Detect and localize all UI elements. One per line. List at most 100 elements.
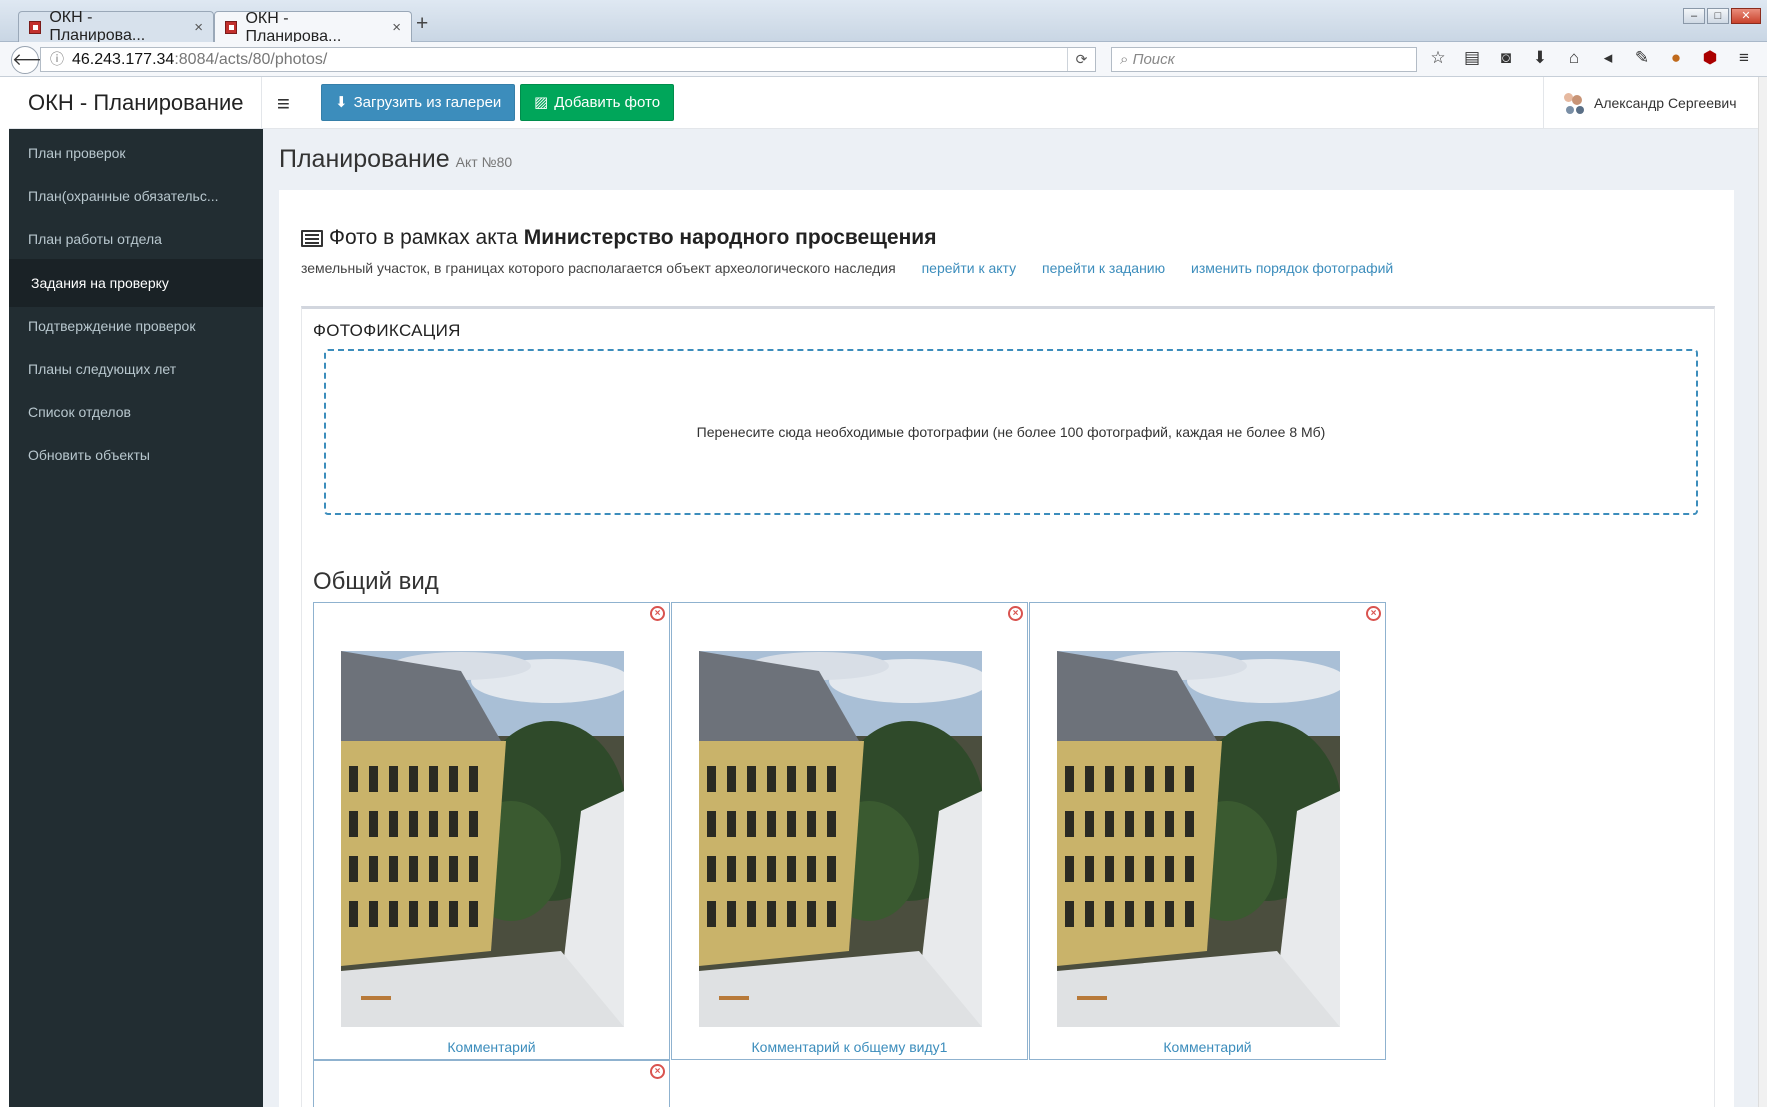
window xyxy=(1145,766,1154,792)
sidebar-item-update-objects[interactable]: Обновить объекты xyxy=(9,431,263,479)
photos-heading-prefix: Фото в рамках акта xyxy=(329,226,518,249)
window xyxy=(1165,901,1174,927)
window xyxy=(349,856,358,882)
window xyxy=(389,856,398,882)
window xyxy=(369,766,378,792)
sidebar-item-departments[interactable]: Список отделов xyxy=(9,388,263,436)
photo-comment[interactable]: Комментарий xyxy=(314,1039,669,1055)
url-host: 46.243.177.34 xyxy=(72,51,175,68)
window xyxy=(1125,766,1134,792)
upload-from-gallery-button[interactable]: ⬇ Загрузить из галереи xyxy=(321,84,516,121)
user-menu[interactable]: Александр Сергеевич xyxy=(1543,77,1767,129)
go-to-act-link[interactable]: перейти к акту xyxy=(922,260,1017,276)
window xyxy=(807,856,816,882)
window xyxy=(449,766,458,792)
photo-card[interactable]: × Комментарий xyxy=(313,602,670,1060)
window xyxy=(827,766,836,792)
window-close-icon[interactable]: ✕ xyxy=(1731,8,1761,24)
photo-card[interactable]: × Комментарий xyxy=(1029,602,1386,1060)
sidebar-item-future-plans[interactable]: Планы следующих лет xyxy=(9,345,263,393)
window xyxy=(449,856,458,882)
minimize-icon[interactable]: – xyxy=(1683,8,1705,24)
window xyxy=(349,766,358,792)
window xyxy=(727,856,736,882)
search-input[interactable]: ⌕ Поиск xyxy=(1111,47,1417,72)
home-icon[interactable]: ⌂ xyxy=(1564,48,1584,68)
photo-dropzone[interactable]: Перенесите сюда необходимые фотографии (… xyxy=(324,349,1698,515)
window xyxy=(727,811,736,837)
sidebar-toggle-icon[interactable]: ≡ xyxy=(277,91,290,117)
site-info-icon[interactable]: ⓘ xyxy=(50,51,64,67)
window xyxy=(1165,766,1174,792)
back-arrow-icon[interactable]: 🡐 xyxy=(11,46,58,74)
reorder-photos-link[interactable]: изменить порядок фотографий xyxy=(1191,260,1393,276)
window xyxy=(1185,901,1194,927)
menu-icon[interactable]: ≡ xyxy=(1734,48,1754,68)
maximize-icon[interactable]: □ xyxy=(1707,8,1729,24)
window xyxy=(1065,856,1074,882)
add-photo-button[interactable]: ▨ Добавить фото xyxy=(520,84,675,121)
photo-card[interactable]: × Комментарий к общему виду1 xyxy=(671,602,1028,1060)
window xyxy=(349,811,358,837)
url-bar[interactable]: ⓘ 46.243.177.34:8084/acts/80/photos/ ⟳ xyxy=(40,47,1096,72)
window xyxy=(409,766,418,792)
rust-stain xyxy=(361,996,391,1000)
remove-photo-icon[interactable]: × xyxy=(650,1064,665,1079)
window xyxy=(747,811,756,837)
app: ОКН - Планирование ≡ ⬇ Загрузить из гале… xyxy=(9,77,1767,1107)
window xyxy=(1145,901,1154,927)
window xyxy=(807,811,816,837)
window xyxy=(1105,811,1114,837)
avatar-icon xyxy=(1562,92,1584,114)
photo-comment[interactable]: Комментарий xyxy=(1030,1039,1385,1055)
browser-tab-1[interactable]: ОКН - Планирова... × xyxy=(18,9,214,44)
shield-icon[interactable]: ⬢ xyxy=(1700,48,1720,68)
photo-comment[interactable]: Комментарий к общему виду1 xyxy=(672,1039,1027,1055)
pocket-icon[interactable]: ◙ xyxy=(1496,48,1516,68)
window xyxy=(767,766,776,792)
photo-thumbnail[interactable] xyxy=(341,651,624,1027)
window xyxy=(1125,811,1134,837)
remove-photo-icon[interactable]: × xyxy=(1008,606,1023,621)
dropzone-text: Перенесите сюда необходимые фотографии (… xyxy=(696,424,1326,440)
photo-thumbnail[interactable] xyxy=(699,651,982,1027)
brand-logo[interactable]: ОКН - Планирование xyxy=(9,77,262,129)
tab-bar: ОКН - Планирова... × ОКН - Планирова... … xyxy=(0,0,1767,45)
window xyxy=(1185,766,1194,792)
photos-box: Фото в рамках акта Министерство народног… xyxy=(279,190,1734,1107)
window xyxy=(409,856,418,882)
photo-thumbnail[interactable] xyxy=(1057,651,1340,1027)
tab-title: ОКН - Планирова... xyxy=(245,9,342,45)
new-tab-button[interactable]: + xyxy=(416,12,428,36)
download-icon[interactable]: ⬇ xyxy=(1530,48,1550,68)
sidebar-item-inspection-tasks[interactable]: Задания на проверку xyxy=(9,259,263,307)
sidebar-item-department-plan[interactable]: План работы отдела xyxy=(9,215,263,263)
window xyxy=(469,811,478,837)
sidebar-item-inspection-plan[interactable]: План проверок xyxy=(9,129,263,177)
browser-tab-2[interactable]: ОКН - Планирова... × xyxy=(214,9,412,45)
reading-list-icon[interactable]: ▤ xyxy=(1462,48,1482,68)
window xyxy=(1145,811,1154,837)
window xyxy=(787,901,796,927)
sidebar-item-protection-plan[interactable]: План(охранные обязательс... xyxy=(9,172,263,220)
remove-photo-icon[interactable]: × xyxy=(650,606,665,621)
browser-window: ОКН - Планирова... × ОКН - Планирова... … xyxy=(0,0,1767,1107)
photofixation-panel: ФОТОФИКСАЦИЯ Перенесите сюда необходимые… xyxy=(301,306,1715,1107)
tab-close-icon[interactable]: × xyxy=(184,19,203,36)
page-scrollbar[interactable] xyxy=(1758,77,1767,1107)
extension-icon[interactable]: ✎ xyxy=(1632,48,1652,68)
bookmark-star-icon[interactable]: ☆ xyxy=(1428,48,1448,68)
window xyxy=(807,901,816,927)
send-icon[interactable]: ◂ xyxy=(1598,48,1618,68)
object-description: земельный участок, в границах которого р… xyxy=(301,260,896,276)
sidebar-item-inspection-confirmation[interactable]: Подтверждение проверок xyxy=(9,302,263,350)
reload-icon[interactable]: ⟳ xyxy=(1067,48,1095,71)
window xyxy=(707,811,716,837)
addon-icon[interactable]: ● xyxy=(1666,48,1686,68)
tab-close-icon[interactable]: × xyxy=(382,19,401,36)
go-to-task-link[interactable]: перейти к заданию xyxy=(1042,260,1165,276)
window xyxy=(807,766,816,792)
remove-photo-icon[interactable]: × xyxy=(1366,606,1381,621)
window xyxy=(787,856,796,882)
photo-card-partial[interactable]: × xyxy=(313,1060,670,1107)
